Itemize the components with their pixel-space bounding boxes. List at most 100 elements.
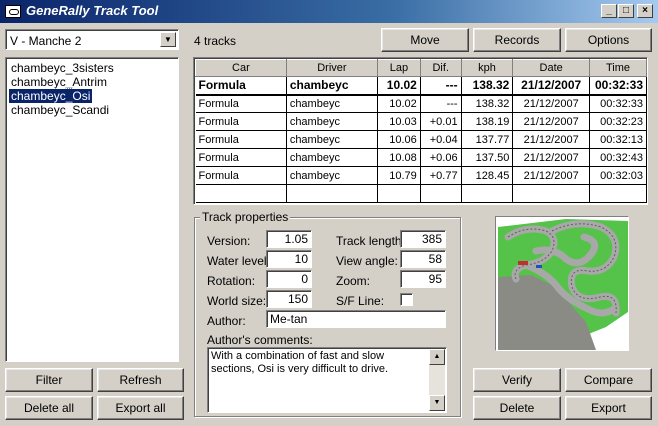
table-cell: chambeyc — [286, 94, 378, 113]
table-cell: chambeyc — [286, 148, 378, 167]
world-size-field[interactable]: 150 — [266, 290, 312, 308]
track-length-label: Track length: — [336, 234, 405, 248]
version-label: Version: — [207, 234, 251, 248]
table-cell: --- — [420, 76, 462, 96]
table-cell: 138.32 — [461, 76, 514, 96]
scroll-up-icon[interactable]: ▲ — [429, 349, 445, 365]
table-row-empty[interactable] — [195, 184, 647, 203]
column-header-date[interactable]: Date — [512, 59, 591, 77]
records-button[interactable]: Records — [473, 28, 561, 52]
table-row[interactable]: Formula chambeyc 10.08 +0.06 137.50 21/1… — [195, 148, 647, 167]
scroll-down-icon[interactable]: ▼ — [429, 395, 445, 411]
export-all-button[interactable]: Export all — [97, 396, 184, 420]
filter-button[interactable]: Filter — [5, 368, 93, 392]
options-button[interactable]: Options — [565, 28, 652, 52]
table-row[interactable]: Formula chambeyc 10.06 +0.04 137.77 21/1… — [195, 130, 647, 149]
table-header: Car Driver Lap Dif. kph Date Time — [195, 59, 647, 77]
column-header-car[interactable]: Car — [195, 59, 287, 77]
comments-label: Author's comments: — [207, 333, 313, 347]
table-cell: chambeyc — [286, 166, 378, 185]
table-cell: 10.06 — [377, 130, 421, 149]
table-cell: 128.45 — [461, 166, 514, 185]
maximize-button[interactable]: □ — [618, 4, 634, 18]
table-cell: 10.08 — [377, 148, 421, 167]
table-cell: 10.79 — [377, 166, 421, 185]
compare-button[interactable]: Compare — [565, 368, 652, 392]
tracks-count: 4 tracks — [194, 34, 237, 48]
table-cell: Formula — [195, 166, 287, 185]
table-cell: chambeyc — [286, 130, 378, 149]
verify-button[interactable]: Verify — [473, 368, 561, 392]
table-cell: chambeyc — [286, 76, 378, 96]
list-item[interactable]: chambeyc_Antrim — [9, 75, 109, 89]
table-cell: Formula — [195, 112, 287, 131]
export-button[interactable]: Export — [565, 396, 652, 420]
refresh-button[interactable]: Refresh — [97, 368, 184, 392]
track-selector[interactable]: V - Manche 2 ▼ — [5, 29, 179, 50]
table-cell: 00:32:33 — [589, 76, 647, 96]
records-table[interactable]: Car Driver Lap Dif. kph Date Time Formul… — [193, 57, 648, 205]
table-cell: 00:32:23 — [589, 112, 647, 131]
chevron-down-icon[interactable]: ▼ — [160, 32, 176, 47]
view-angle-label: View angle: — [336, 254, 398, 268]
minimize-button[interactable]: _ — [601, 4, 617, 18]
table-cell: 21/12/2007 — [512, 112, 591, 131]
move-button[interactable]: Move — [381, 28, 469, 52]
column-header-lap[interactable]: Lap — [376, 59, 421, 77]
column-header-dif[interactable]: Dif. — [419, 59, 462, 77]
table-cell: 21/12/2007 — [512, 148, 591, 167]
list-item-selected[interactable]: chambeyc_Osi — [7, 88, 94, 104]
table-cell: Formula — [195, 94, 287, 113]
table-cell: 10.02 — [377, 94, 421, 113]
table-cell: 21/12/2007 — [512, 76, 591, 96]
world-size-label: World size: — [207, 294, 267, 308]
delete-button[interactable]: Delete — [473, 396, 561, 420]
close-button[interactable]: × — [637, 4, 653, 18]
table-cell: 138.32 — [461, 94, 514, 113]
list-item[interactable]: chambeyc_3sisters — [9, 61, 116, 75]
app-icon — [5, 5, 21, 18]
table-cell: +0.01 — [420, 112, 462, 131]
list-item[interactable]: chambeyc_Scandi — [9, 103, 111, 117]
table-cell: 00:32:03 — [589, 166, 647, 185]
version-field[interactable]: 1.05 — [266, 230, 312, 248]
table-cell: 00:32:13 — [589, 130, 647, 149]
table-cell: 21/12/2007 — [512, 130, 591, 149]
author-field[interactable]: Me-tan — [266, 310, 446, 328]
sf-line-label: S/F Line: — [336, 294, 385, 308]
table-cell: 137.50 — [461, 148, 514, 167]
best-record-row[interactable]: Formula chambeyc 10.02 --- 138.32 21/12/… — [195, 76, 647, 96]
rotation-field[interactable]: 0 — [266, 270, 312, 288]
column-header-driver[interactable]: Driver — [285, 59, 378, 77]
track-list[interactable]: chambeyc_3sisters chambeyc_Antrim chambe… — [5, 57, 179, 362]
comments-textarea[interactable]: With a combination of fast and slow sect… — [207, 347, 447, 413]
column-header-kph[interactable]: kph — [460, 59, 514, 77]
table-cell: 10.02 — [377, 76, 421, 96]
view-angle-field[interactable]: 58 — [400, 250, 446, 268]
zoom-label: Zoom: — [336, 274, 371, 288]
table-cell: 21/12/2007 — [512, 166, 591, 185]
track-preview-image — [495, 216, 629, 351]
table-row[interactable]: Formula chambeyc 10.02 --- 138.32 21/12/… — [195, 94, 647, 113]
table-cell: Formula — [195, 148, 287, 167]
table-cell: +0.04 — [420, 130, 462, 149]
table-row[interactable]: Formula chambeyc 10.03 +0.01 138.19 21/1… — [195, 112, 647, 131]
track-length-field[interactable]: 385 — [400, 230, 446, 248]
comments-scrollbar[interactable]: ▲ ▼ — [429, 349, 445, 411]
title-bar[interactable]: GeneRally Track Tool _ □ × — [0, 0, 658, 23]
water-level-label: Water level: — [207, 254, 270, 268]
column-header-time[interactable]: Time — [589, 59, 647, 77]
table-row[interactable]: Formula chambeyc 10.79 +0.77 128.45 21/1… — [195, 166, 647, 185]
sf-line-checkbox[interactable] — [400, 293, 413, 306]
delete-all-button[interactable]: Delete all — [5, 396, 93, 420]
table-cell: Formula — [195, 130, 287, 149]
track-selector-value: V - Manche 2 — [10, 34, 82, 48]
water-level-field[interactable]: 10 — [266, 250, 312, 268]
track-map-icon — [496, 217, 628, 350]
table-cell: 21/12/2007 — [512, 94, 591, 113]
app-window: GeneRally Track Tool _ □ × V - Manche 2 … — [0, 0, 658, 426]
table-cell: chambeyc — [286, 112, 378, 131]
rotation-label: Rotation: — [207, 274, 256, 288]
zoom-field[interactable]: 95 — [400, 270, 446, 288]
table-cell: +0.06 — [420, 148, 462, 167]
